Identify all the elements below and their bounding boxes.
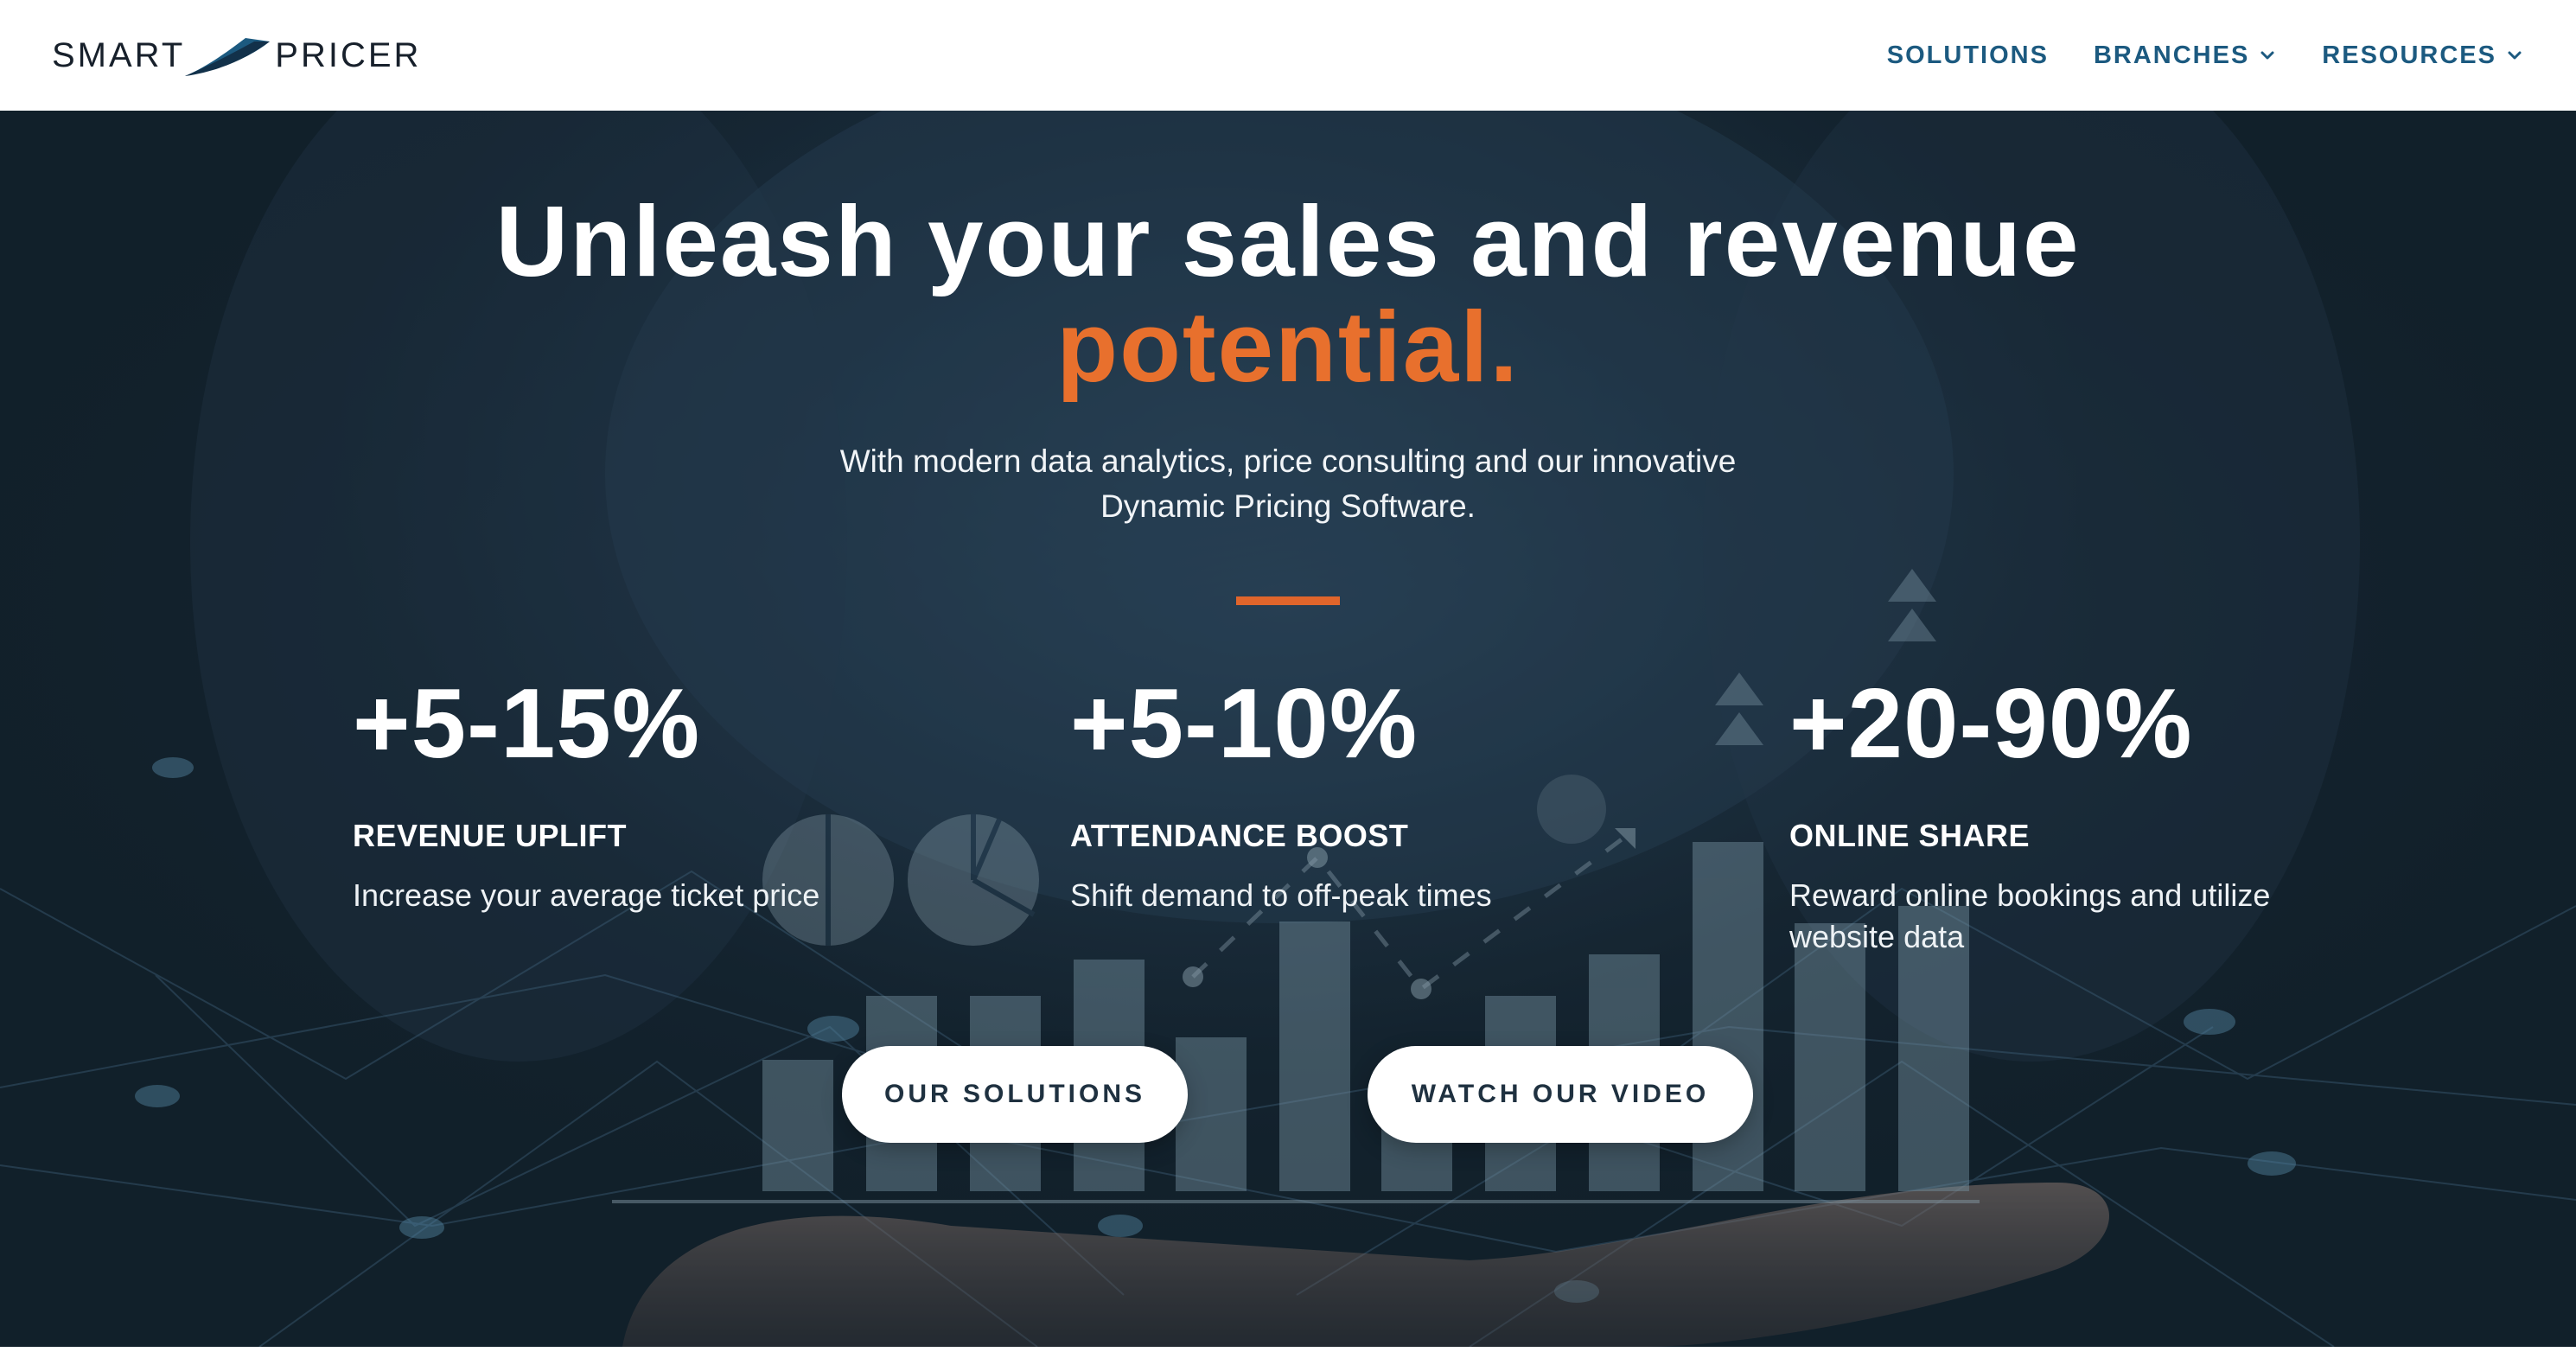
- stat-online-share: +20-90% ONLINE SHARE Reward online booki…: [1789, 673, 2343, 958]
- stat-description: Increase your average ticket price: [353, 877, 820, 913]
- nav-item-label: BRANCHES: [2093, 41, 2250, 69]
- logo[interactable]: SMART PRICER: [52, 29, 421, 81]
- logo-text-smart: SMART: [52, 35, 186, 74]
- hero-title-accent: potential.: [1056, 290, 1520, 403]
- stat-value: +5-10%: [1070, 669, 1419, 779]
- stat-attendance-boost: +5-10% ATTENDANCE BOOST Shift demand to …: [1070, 673, 1623, 916]
- chevron-down-icon: [2508, 51, 2522, 60]
- chevron-down-icon: [2260, 51, 2274, 60]
- stat-label: ONLINE SHARE: [1789, 818, 2031, 853]
- hero-divider: [1236, 596, 1340, 605]
- logo-swoosh-icon: [185, 38, 271, 76]
- nav-item-label: RESOURCES: [2322, 41, 2496, 69]
- hero-title: Unleash your sales and revenue potential…: [0, 188, 2576, 399]
- hero-title-line1: Unleash your sales and revenue: [495, 185, 2081, 297]
- hero-subtitle: With modern data analytics, price consul…: [839, 443, 1737, 524]
- stat-value: +20-90%: [1789, 669, 2193, 779]
- stat-description: Reward online bookings and utilize websi…: [1789, 877, 2271, 954]
- stat-label: ATTENDANCE BOOST: [1070, 818, 1409, 853]
- stat-description: Shift demand to off-peak times: [1070, 877, 1492, 913]
- hero-section: Unleash your sales and revenue potential…: [0, 111, 2576, 1347]
- site-header: SMART PRICER SOLUTIONS BRANCHES RESOURCE…: [0, 0, 2576, 111]
- watch-video-button[interactable]: WATCH OUR VIDEO: [1368, 1046, 1753, 1143]
- nav-item-label: SOLUTIONS: [1886, 41, 2049, 69]
- nav-item-branches[interactable]: BRANCHES: [2094, 41, 2277, 70]
- nav-item-solutions[interactable]: SOLUTIONS: [1887, 41, 2049, 70]
- logo-text-pricer: PRICER: [275, 35, 422, 74]
- stat-label: REVENUE UPLIFT: [353, 818, 628, 853]
- our-solutions-button[interactable]: OUR SOLUTIONS: [842, 1046, 1188, 1143]
- nav-item-resources[interactable]: RESOURCES: [2322, 41, 2524, 70]
- stat-revenue-uplift: +5-15% REVENUE UPLIFT Increase your aver…: [353, 673, 906, 916]
- stat-value: +5-15%: [353, 669, 701, 779]
- main-nav: SOLUTIONS BRANCHES RESOURCES: [1887, 41, 2524, 70]
